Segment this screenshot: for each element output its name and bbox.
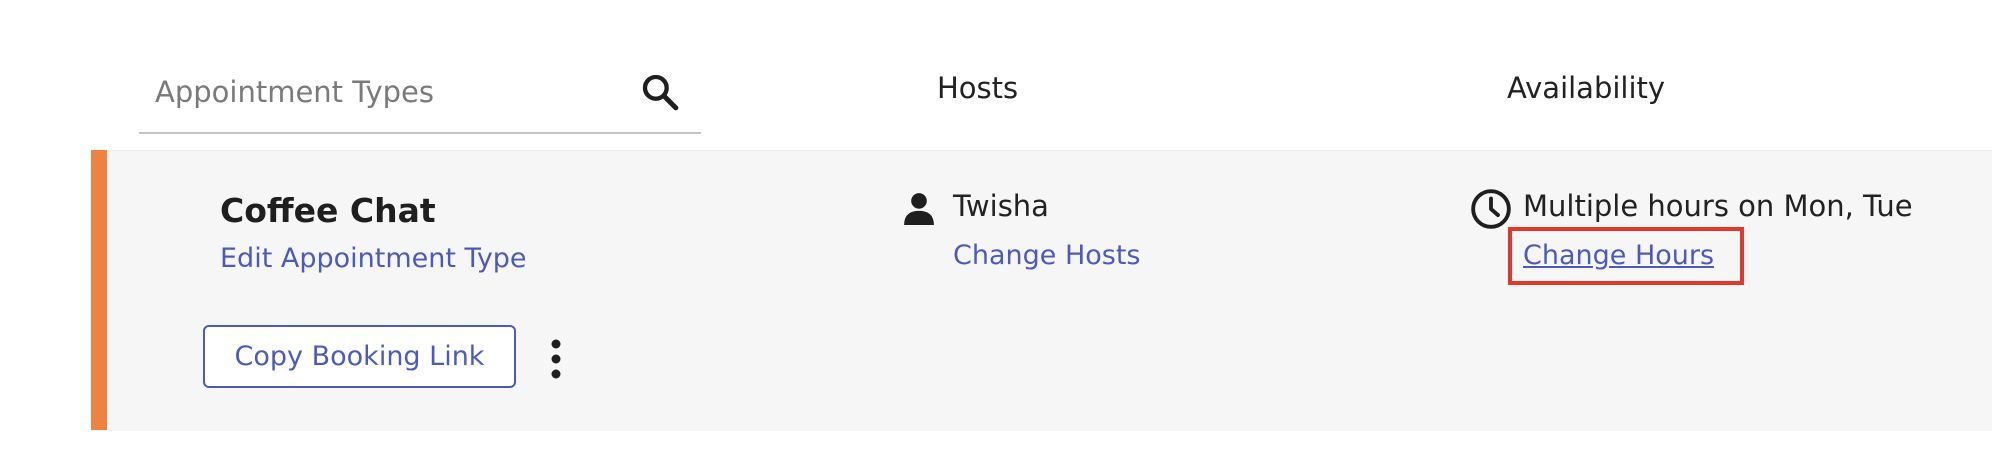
- table-header: Hosts Availability: [0, 0, 1992, 150]
- search-icon[interactable]: [640, 72, 680, 112]
- copy-booking-link-button[interactable]: Copy Booking Link: [203, 325, 516, 388]
- change-hours-link[interactable]: Change Hours: [1523, 240, 1714, 271]
- availability-column-header: Availability: [1507, 71, 1666, 105]
- appointment-types-page: Hosts Availability Coffee Chat Edit Appo…: [0, 0, 1992, 468]
- availability-summary: Multiple hours on Mon, Tue: [1523, 189, 1913, 223]
- appointment-title: Coffee Chat: [220, 191, 436, 230]
- change-hosts-link[interactable]: Change Hosts: [953, 240, 1141, 271]
- hosts-column-header: Hosts: [937, 71, 1019, 105]
- edit-appointment-type-link[interactable]: Edit Appointment Type: [220, 243, 527, 274]
- person-icon: [904, 193, 934, 225]
- search-input[interactable]: [155, 68, 615, 116]
- host-name: Twisha: [953, 189, 1049, 223]
- search-field[interactable]: [139, 62, 701, 134]
- card-accent-bar: [91, 150, 107, 430]
- clock-icon: [1471, 189, 1511, 229]
- vertical-ellipsis-icon[interactable]: [545, 338, 567, 380]
